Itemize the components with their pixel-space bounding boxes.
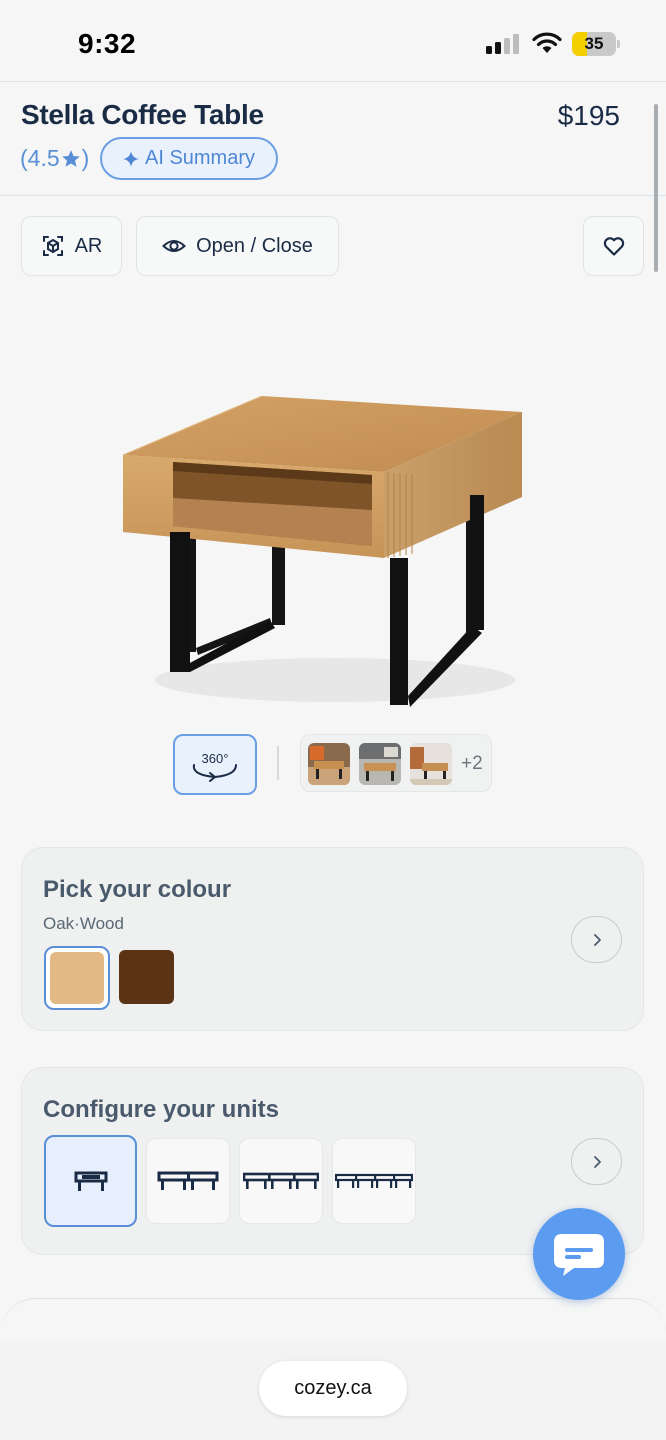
url-bar[interactable]: cozey.ca	[259, 1361, 407, 1416]
product-price: $195	[557, 100, 620, 131]
swatch-walnut[interactable]	[119, 950, 174, 1004]
chat-button[interactable]	[533, 1208, 625, 1300]
more-images-count[interactable]: +2	[461, 753, 483, 775]
status-time: 9:32	[78, 28, 137, 59]
wifi-icon	[532, 32, 562, 53]
triple-unit-icon	[243, 1172, 319, 1189]
product-rating[interactable]: (4.5 )	[20, 145, 89, 172]
divider	[0, 195, 666, 196]
double-unit-icon	[157, 1171, 219, 1190]
unit-option-4[interactable]	[332, 1138, 416, 1224]
thumbnail-image[interactable]	[359, 743, 401, 785]
selected-colour-name: Oak·Wood	[43, 914, 124, 933]
open-close-label: Open / Close	[196, 234, 313, 257]
unit-option-1[interactable]	[44, 1135, 137, 1227]
swatch-oak[interactable]	[44, 946, 110, 1010]
units-next-button[interactable]	[571, 1138, 622, 1185]
open-close-button[interactable]: Open / Close	[136, 216, 339, 276]
colour-next-button[interactable]	[571, 916, 622, 963]
eye-icon	[162, 240, 187, 252]
chat-bubble-icon	[554, 1234, 604, 1276]
view-360-button[interactable]: 360°	[173, 734, 257, 795]
rating-close: )	[81, 145, 90, 171]
ar-button[interactable]: AR	[21, 216, 122, 276]
rotate-360-icon: 360°	[192, 751, 237, 782]
divider	[0, 81, 666, 82]
ar-cube-icon	[42, 236, 63, 256]
favorite-button[interactable]	[583, 216, 644, 276]
single-unit-icon	[74, 1171, 107, 1191]
colour-picker-card: Pick your colour Oak·Wood	[21, 847, 644, 1031]
unit-option-3[interactable]	[239, 1138, 323, 1224]
star-icon	[61, 149, 80, 167]
colour-title: Pick your colour	[43, 876, 232, 903]
unit-option-2[interactable]	[146, 1138, 230, 1224]
view-360-label: 360°	[202, 751, 229, 766]
battery-level: 35	[584, 34, 604, 53]
status-bar: 9:32 35	[0, 0, 666, 82]
cellular-signal-icon	[486, 34, 519, 54]
ai-summary-label: AI Summary	[144, 147, 256, 169]
battery-indicator: 35	[572, 32, 620, 56]
chevron-right-icon	[593, 1155, 601, 1168]
thumbnail-strip: +2	[300, 734, 492, 792]
quad-unit-icon	[335, 1173, 413, 1188]
heart-icon	[603, 237, 624, 256]
product-image[interactable]	[110, 380, 540, 720]
chevron-right-icon	[593, 933, 601, 946]
ai-summary-button[interactable]: AI Summary	[100, 137, 278, 180]
ar-label: AR	[74, 234, 103, 257]
thumbnail-image[interactable]	[308, 743, 350, 785]
sparkle-icon	[122, 150, 139, 167]
thumbnail-image[interactable]	[410, 743, 452, 785]
gallery-separator	[277, 746, 279, 780]
units-title: Configure your units	[43, 1096, 279, 1123]
rating-value: (4.5	[20, 145, 60, 171]
scrollbar[interactable]	[654, 104, 658, 272]
product-title: Stella Coffee Table	[21, 99, 264, 130]
